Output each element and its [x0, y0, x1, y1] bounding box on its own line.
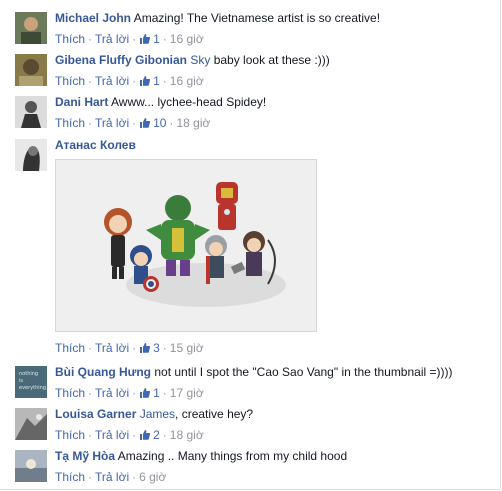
like-link[interactable]: Thích — [55, 470, 85, 484]
like-count[interactable]: 1 — [139, 74, 160, 88]
tagged-user[interactable]: James — [140, 407, 175, 421]
comment-author[interactable]: Bùi Quang Hưng — [55, 365, 151, 379]
like-link[interactable]: Thích — [55, 32, 85, 46]
comment-text: baby look at these :))) — [210, 53, 330, 67]
comment-author[interactable]: Michael John — [55, 11, 131, 25]
timestamp[interactable]: 17 giờ — [170, 386, 204, 400]
comment-text: , creative hey? — [175, 407, 254, 421]
comment-actions: Thích · Trả lời · 3 · 15 giờ — [55, 341, 204, 355]
thumbs-up-icon — [140, 388, 151, 398]
avatar-text: is — [19, 378, 23, 384]
comment-actions: Thích · Trả lời · 10 · 18 giờ — [55, 116, 211, 130]
comment-text: Amazing .. Many things from my child hoo… — [117, 449, 348, 463]
reply-link[interactable]: Trả lời — [95, 74, 129, 88]
thumbs-up-icon — [140, 118, 151, 128]
thumbs-up-icon — [140, 430, 151, 440]
comment-author[interactable]: Tạ Mỹ Hòa — [55, 449, 115, 463]
reply-link[interactable]: Trả lời — [95, 428, 129, 442]
comment-author[interactable]: Louisa Garner — [55, 407, 136, 421]
like-link[interactable]: Thích — [55, 74, 85, 88]
comment-author[interactable]: Атанас Колев — [55, 138, 136, 152]
comment-text: not until I spot the "Cao Sao Vang" in t… — [154, 365, 453, 379]
like-count[interactable]: 1 — [139, 386, 160, 400]
comment-text: Awww... lychee-head Spidey! — [111, 95, 267, 109]
comment-actions: Thích · Trả lời · 1 · 16 giờ — [55, 32, 204, 46]
comment-photo[interactable] — [55, 159, 317, 332]
avatar[interactable] — [15, 12, 47, 44]
reply-link[interactable]: Trả lời — [95, 116, 129, 130]
comment-actions: Thích · Trả lời · 6 giờ — [55, 470, 167, 484]
like-link[interactable]: Thích — [55, 386, 85, 400]
like-count[interactable]: 2 — [139, 428, 160, 442]
like-link[interactable]: Thích — [55, 341, 85, 355]
reply-link[interactable]: Trả lời — [95, 341, 129, 355]
comment-actions: Thích · Trả lời · 1 · 17 giờ — [55, 386, 204, 400]
avengers-chibi-illustration — [56, 160, 316, 331]
avatar[interactable] — [15, 54, 47, 86]
avatar-text: everything — [19, 385, 46, 391]
avatar[interactable] — [15, 450, 47, 482]
thumbs-up-icon — [140, 76, 151, 86]
tagged-user[interactable]: Sky — [190, 53, 210, 67]
timestamp[interactable]: 18 giờ — [170, 428, 204, 442]
comment-actions: Thích · Trả lời · 2 · 18 giờ — [55, 428, 204, 442]
avatar[interactable]: nothing is everything — [15, 366, 47, 398]
reply-link[interactable]: Trả lời — [95, 32, 129, 46]
comments-panel: Michael John Amazing! The Vietnamese art… — [0, 0, 501, 490]
timestamp[interactable]: 6 giờ — [139, 470, 166, 484]
like-link[interactable]: Thích — [55, 428, 85, 442]
comment-author[interactable]: Gibena Fluffy Gibonian — [55, 53, 187, 67]
comment-text: Amazing! The Vietnamese artist is so cre… — [133, 11, 381, 25]
reply-link[interactable]: Trả lời — [95, 386, 129, 400]
avatar[interactable] — [15, 408, 47, 440]
like-count[interactable]: 3 — [139, 341, 160, 355]
avatar[interactable] — [15, 139, 47, 171]
avatar-text: nothing — [19, 371, 38, 377]
timestamp[interactable]: 18 giờ — [176, 116, 210, 130]
avatar[interactable] — [15, 96, 47, 128]
like-link[interactable]: Thích — [55, 116, 85, 130]
reply-link[interactable]: Trả lời — [95, 470, 129, 484]
like-count[interactable]: 1 — [139, 32, 160, 46]
timestamp[interactable]: 16 giờ — [170, 74, 204, 88]
timestamp[interactable]: 15 giờ — [170, 341, 204, 355]
like-count[interactable]: 10 — [139, 116, 166, 130]
comment-actions: Thích · Trả lời · 1 · 16 giờ — [55, 74, 204, 88]
thumbs-up-icon — [140, 34, 151, 44]
comment-author[interactable]: Dani Hart — [55, 95, 108, 109]
timestamp[interactable]: 16 giờ — [170, 32, 204, 46]
thumbs-up-icon — [140, 343, 151, 353]
